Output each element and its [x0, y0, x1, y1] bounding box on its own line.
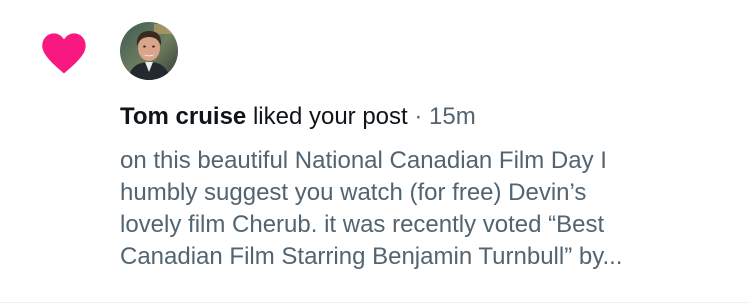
avatar[interactable]: [120, 22, 178, 80]
heart-icon: [40, 31, 88, 75]
post-preview-line: on this beautiful National Canadian Film…: [120, 147, 607, 174]
like-notification[interactable]: Tom cruise liked your post · 15m on this…: [0, 0, 750, 303]
action-text: liked your post: [252, 103, 408, 130]
post-preview-line: Canadian Film Starring Benjamin Turnbull…: [120, 243, 623, 270]
notification-headline: Tom cruise liked your post · 15m: [120, 101, 730, 133]
separator-dot: ·: [414, 103, 423, 130]
actor-name-link[interactable]: Tom cruise: [120, 103, 246, 130]
post-preview-line: lovely film Cherub. it was recently vote…: [120, 211, 605, 238]
timestamp[interactable]: 15m: [429, 103, 476, 130]
post-preview-line: humbly suggest you watch (for free) Devi…: [120, 179, 587, 206]
post-preview[interactable]: on this beautiful National Canadian Film…: [120, 145, 730, 273]
